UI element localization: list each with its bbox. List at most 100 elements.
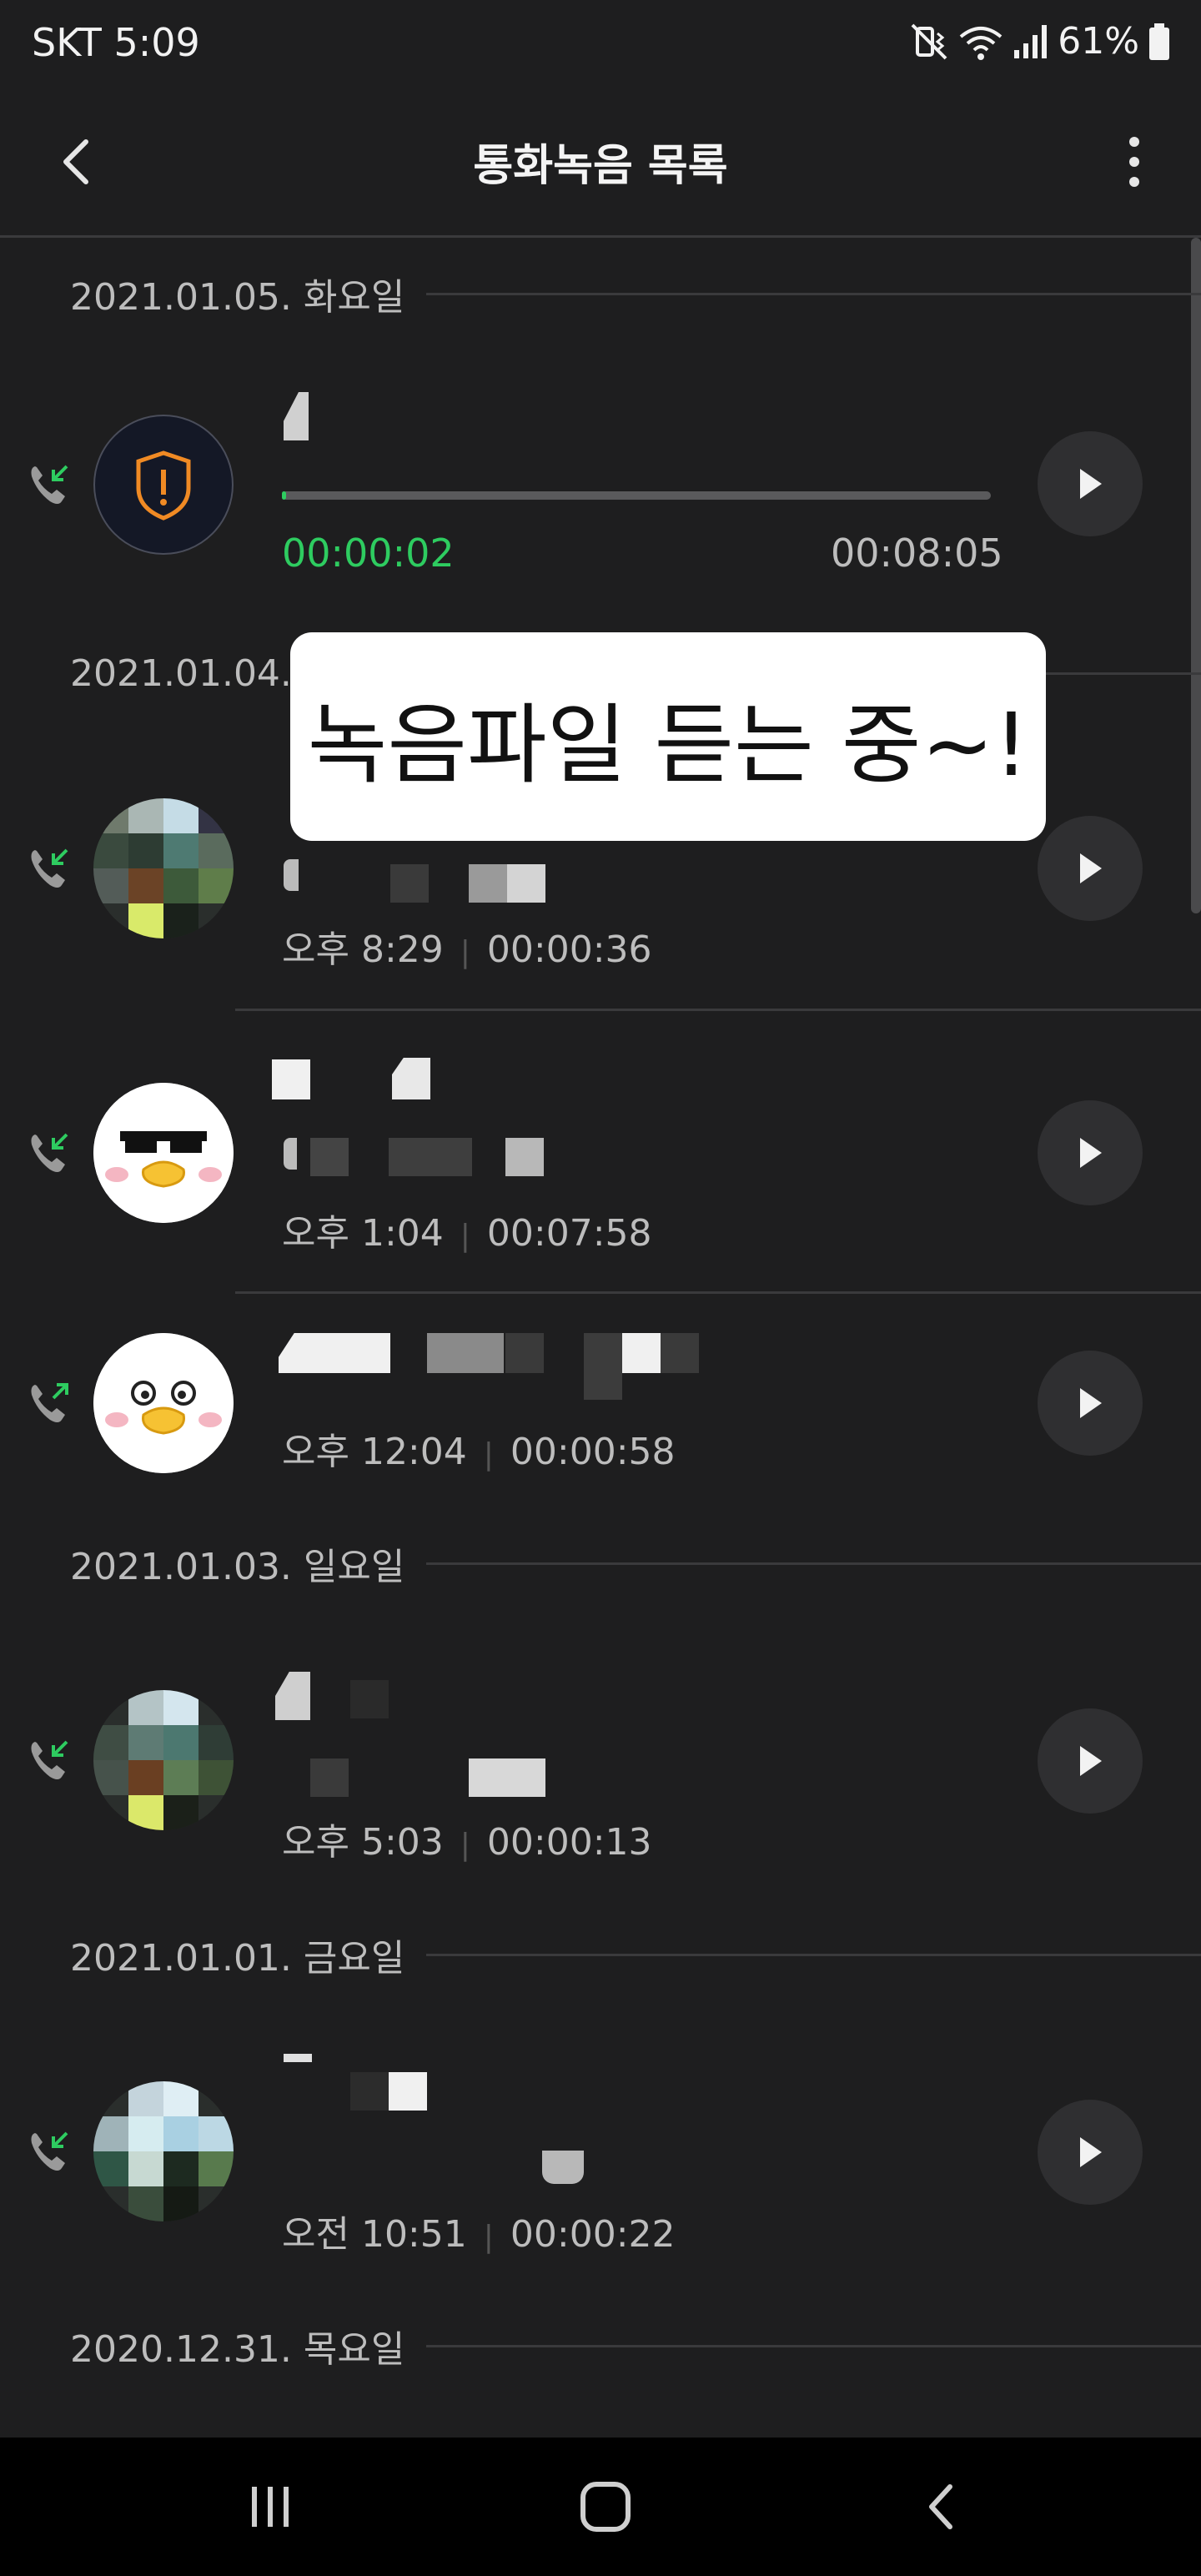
outgoing-call-icon — [31, 1383, 68, 1422]
recording-meta: 오후 12:04 | 00:00:58 — [282, 1421, 676, 1475]
play-icon — [1080, 1746, 1102, 1776]
page-title: 통화녹음 목록 — [473, 141, 728, 191]
redacted-number — [542, 2151, 584, 2184]
status-icons: 61% — [909, 20, 1171, 63]
divider — [426, 2344, 1201, 2347]
incoming-call-icon — [31, 465, 68, 504]
call-time: 오후 12:04 — [282, 1431, 467, 1473]
date-label: 2021.01.01. 금요일 — [70, 1937, 405, 1980]
date-label: 2020.12.31. 목요일 — [70, 2328, 405, 2371]
divider — [426, 292, 1201, 295]
date-header: 2021.01.05. 화요일 — [70, 264, 1201, 323]
home-button[interactable] — [555, 2471, 656, 2543]
call-duration: 00:00:13 — [486, 1821, 652, 1864]
divider — [426, 1562, 1201, 1565]
pixelated-photo — [93, 798, 234, 938]
redacted-number — [284, 859, 299, 891]
call-time: 오후 8:29 — [282, 928, 444, 971]
redacted-number — [310, 1758, 349, 1797]
call-duration: 00:00:36 — [486, 928, 652, 971]
incoming-call-icon — [31, 1133, 68, 1172]
redacted-name — [427, 1333, 504, 1373]
incoming-call-icon — [31, 848, 68, 888]
call-time: 오전 10:51 — [282, 2213, 467, 2256]
redacted-name — [584, 1333, 622, 1400]
more-vertical-icon — [1129, 137, 1139, 187]
pixelated-photo — [93, 2081, 234, 2221]
redacted-name — [661, 1333, 699, 1373]
signal-icon — [1014, 24, 1048, 58]
redacted-number — [469, 864, 545, 903]
playback-progress-bar[interactable] — [282, 491, 991, 500]
elapsed-time: 00:00:02 — [282, 531, 455, 576]
redacted-number — [469, 1758, 545, 1797]
mute-vibrate-icon — [911, 23, 947, 59]
separator: | — [460, 1219, 470, 1253]
play-button[interactable] — [1038, 1708, 1143, 1814]
date-label: 2021.01.04. — [70, 652, 292, 695]
avatar — [93, 1333, 234, 1473]
redacted-number — [389, 1138, 472, 1176]
call-duration: 00:07:58 — [486, 1212, 652, 1255]
redacted-name — [350, 2072, 389, 2111]
recording-meta: 오전 10:51 | 00:00:22 — [282, 2204, 676, 2257]
total-time: 00:08:05 — [831, 531, 1003, 576]
avatar — [93, 415, 234, 555]
date-label: 2021.01.03. 일요일 — [70, 1546, 405, 1588]
status-bar: SKT 5:09 61% — [0, 0, 1201, 92]
redacted-number — [505, 1138, 544, 1176]
play-icon — [1080, 853, 1102, 883]
play-icon — [1080, 1388, 1102, 1418]
recording-meta: 오후 8:29 | 00:00:36 — [282, 919, 652, 973]
play-icon — [1080, 2137, 1102, 2167]
play-icon — [1080, 1138, 1102, 1168]
battery-percent: 61% — [1058, 20, 1139, 63]
date-header: 2021.01.01. 금요일 — [70, 1925, 1201, 1984]
recent-apps-icon — [252, 2487, 289, 2527]
wifi-icon — [959, 26, 1003, 60]
play-button[interactable] — [1038, 2100, 1143, 2205]
play-button[interactable] — [1038, 1100, 1143, 1205]
pixelated-photo — [93, 1690, 234, 1830]
redacted-number — [310, 1138, 349, 1176]
separator: | — [483, 1437, 494, 1472]
avatar-pixelated — [93, 2081, 234, 2221]
separator: | — [483, 2220, 494, 2254]
redacted-name — [622, 1333, 661, 1373]
duck-avatar — [93, 1333, 234, 1473]
incoming-call-icon — [31, 2131, 68, 2171]
redacted-name — [275, 1672, 310, 1720]
play-button[interactable] — [1038, 431, 1143, 536]
play-button[interactable] — [1038, 816, 1143, 921]
date-header: 2020.12.31. 목요일 — [70, 2317, 1201, 2375]
system-nav-bar — [0, 2438, 1201, 2576]
redacted-name — [505, 1333, 544, 1373]
call-time: 오후 1:04 — [282, 1212, 444, 1255]
redacted-name — [279, 1333, 390, 1373]
shield-warning-icon — [136, 450, 191, 521]
call-time: 오후 5:03 — [282, 1821, 444, 1864]
avatar-pixelated — [93, 1690, 234, 1830]
scrollbar[interactable] — [1191, 238, 1201, 913]
redacted-name — [284, 392, 309, 440]
divider — [235, 1291, 1201, 1294]
progress-fill — [282, 491, 287, 500]
call-duration: 00:00:22 — [510, 2213, 676, 2256]
play-button[interactable] — [1038, 1351, 1143, 1456]
duck-sunglasses-avatar — [93, 1083, 234, 1223]
date-label: 2021.01.05. 화요일 — [70, 276, 405, 319]
nav-back-button[interactable] — [891, 2471, 991, 2543]
app-bar: 통화녹음 목록 — [0, 92, 1201, 238]
recent-apps-button[interactable] — [220, 2471, 320, 2543]
call-duration: 00:00:58 — [510, 1431, 676, 1473]
redacted-name — [392, 1058, 430, 1099]
battery-icon — [1149, 23, 1169, 60]
redacted-name — [272, 1059, 310, 1099]
home-icon — [580, 2482, 631, 2532]
avatar — [93, 1083, 234, 1223]
divider — [426, 1953, 1201, 1956]
redacted-name — [389, 2072, 427, 2111]
divider — [235, 1009, 1201, 1011]
incoming-call-icon — [31, 1740, 68, 1779]
more-options-button[interactable] — [1101, 128, 1168, 195]
